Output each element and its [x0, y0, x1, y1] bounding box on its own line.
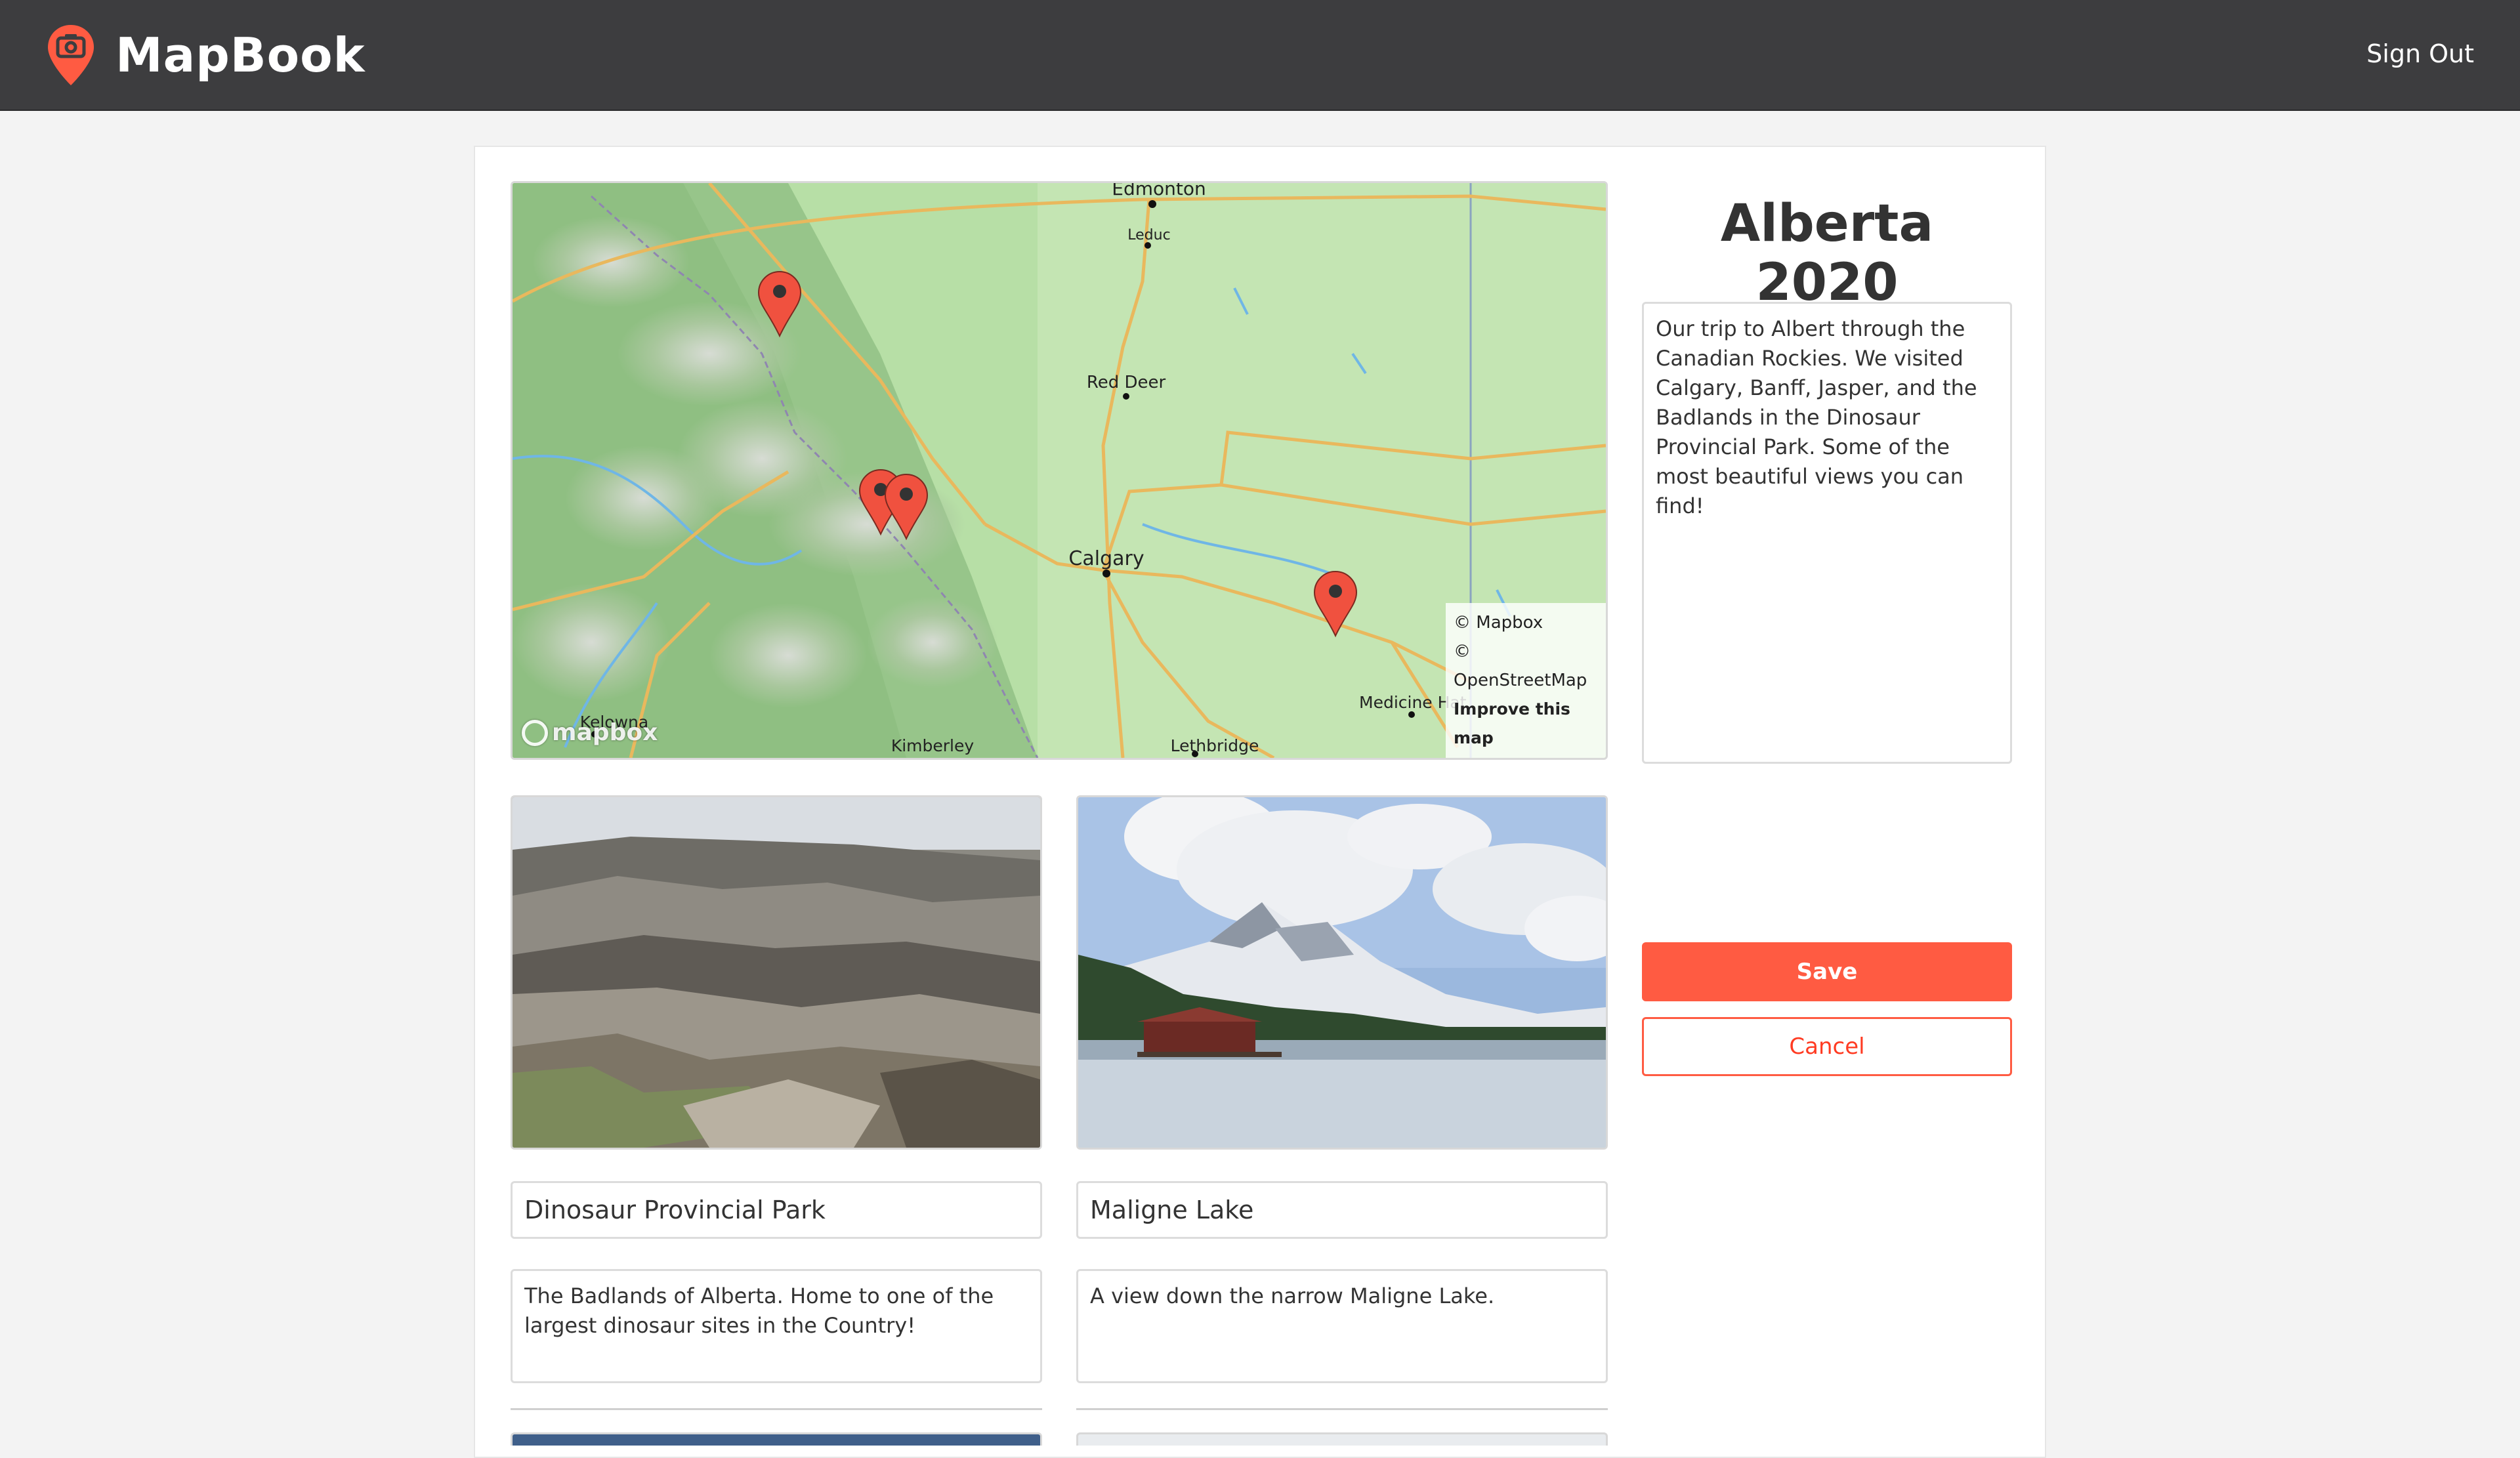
save-button[interactable]: Save [1642, 942, 2012, 1001]
app-name: MapBook [116, 28, 366, 83]
trip-description-field[interactable]: Our trip to Albert through the Canadian … [1642, 302, 2012, 764]
attribution-mapbox-link[interactable]: © Mapbox [1454, 608, 1598, 637]
camera-pin-icon [48, 25, 94, 85]
map-label-leduc: Leduc [1127, 227, 1170, 243]
top-bar: MapBook Sign Out [0, 0, 2520, 111]
next-photo-preview [511, 1432, 1042, 1446]
divider [511, 1408, 1042, 1410]
map-label-edmonton: Edmonton [1112, 183, 1206, 199]
trip-title: Alberta 2020 [1720, 194, 1934, 312]
maligne-lake-image [1078, 797, 1606, 1148]
trip-editor-card: Edmonton Leduc Red Deer Calgary Medicine… [474, 146, 2046, 1458]
map-label-lethbridge: Lethbridge [1171, 736, 1259, 755]
improve-map-link[interactable]: Improve this map [1454, 695, 1598, 753]
cancel-button[interactable]: Cancel [1642, 1017, 2012, 1076]
photo-description-field[interactable]: A view down the narrow Maligne Lake. [1076, 1269, 1608, 1383]
photo-description-field[interactable]: The Badlands of Alberta. Home to one of … [511, 1269, 1042, 1383]
next-photo-preview [1076, 1432, 1608, 1446]
photo-maligne-lake[interactable] [1076, 795, 1608, 1150]
map-label-calgary: Calgary [1068, 547, 1144, 570]
badlands-image [513, 797, 1040, 1148]
attribution-osm-link[interactable]: © OpenStreetMap [1454, 637, 1598, 695]
map-label-red-deer: Red Deer [1087, 373, 1166, 392]
mapbox-logo-icon [522, 719, 548, 746]
map-attribution: © Mapbox © OpenStreetMap Improve this ma… [1446, 603, 1606, 758]
mapbox-logo[interactable]: mapbox [522, 719, 658, 746]
photo-card: A view down the narrow Maligne Lake. [1076, 795, 1608, 1446]
trip-map[interactable]: Edmonton Leduc Red Deer Calgary Medicine… [511, 181, 1608, 760]
photo-card: The Badlands of Alberta. Home to one of … [511, 795, 1042, 1446]
photo-title-field[interactable] [1076, 1181, 1608, 1239]
mapbox-logo-text: mapbox [552, 719, 658, 746]
divider [1076, 1408, 1608, 1410]
brand[interactable]: MapBook [46, 22, 365, 88]
map-canvas[interactable]: Edmonton Leduc Red Deer Calgary Medicine… [513, 183, 1606, 758]
trip-details-panel: Alberta 2020 Our trip to Albert through … [1642, 181, 2012, 1076]
photo-title-field[interactable] [511, 1181, 1042, 1239]
map-label-kimberley: Kimberley [891, 736, 975, 755]
sign-out-link[interactable]: Sign Out [2366, 39, 2474, 68]
photo-badlands[interactable] [511, 795, 1042, 1150]
